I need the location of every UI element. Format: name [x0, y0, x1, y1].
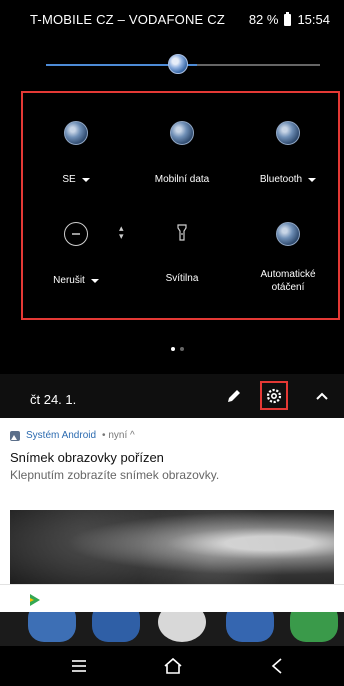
app-icon [158, 612, 206, 642]
battery-percentage: 82 % [248, 12, 279, 27]
auto-rotate-icon [276, 222, 300, 246]
menu-icon [72, 660, 86, 672]
app-icon [28, 612, 76, 642]
settings-button[interactable] [260, 381, 288, 410]
tile-flashlight-text: Svítilna [165, 273, 199, 284]
bluetooth-icon [276, 121, 300, 145]
page-indicator [171, 347, 184, 351]
tile-bluetooth-label: Bluetooth [259, 173, 317, 186]
status-bar: T-MOBILE CZ – VODAFONE CZ 82 % 15:54 [0, 0, 344, 36]
flashlight-icon [171, 222, 193, 244]
home-button[interactable] [158, 654, 188, 678]
tile-do-not-disturb-label: Nerušit [53, 274, 99, 287]
do-not-disturb-glyph [72, 233, 80, 235]
clock: 15:54 [297, 12, 330, 27]
page-dot [180, 347, 184, 351]
notification-card[interactable]: Systém Android • nyní ^ Snímek obrazovky… [0, 418, 344, 584]
wifi-icon [64, 121, 88, 145]
date-label: čt 24. 1. [30, 392, 77, 407]
tile-bluetooth[interactable]: Bluetooth [235, 121, 341, 231]
battery-icon [284, 11, 292, 26]
notification-time[interactable]: • nyní ^ [102, 430, 135, 441]
notification-app-name: Systém Android [26, 430, 97, 441]
home-dock-background [0, 612, 344, 646]
notification-title: Snímek obrazovky pořízen [10, 450, 164, 465]
app-icon [290, 612, 338, 642]
signal-arrows-icon: ▴ ▾ [119, 223, 124, 241]
notification-text: Klepnutím zobrazíte snímek obrazovky. [10, 468, 220, 482]
chevron-up-icon [316, 392, 328, 400]
flashlight-glyph [177, 224, 187, 241]
notification-header: Systém Android • nyní ^ [10, 430, 135, 441]
tile-auto-rotate-text: Automatické otáčení [260, 269, 316, 293]
tile-mobile-data-text: Mobilní data [154, 174, 210, 185]
tile-wifi-text: SE [62, 174, 76, 185]
chevron-down-icon[interactable] [90, 279, 99, 283]
back-icon [271, 658, 282, 674]
page-dot-active [171, 347, 175, 351]
tile-auto-rotate[interactable]: Automatické otáčení [235, 222, 341, 332]
pencil-icon [228, 390, 240, 402]
do-not-disturb-icon [64, 222, 88, 246]
recents-button[interactable] [64, 654, 94, 678]
edit-button[interactable] [222, 384, 246, 408]
tile-mobile-data-label: Mobilní data [155, 173, 209, 186]
home-icon [164, 657, 182, 674]
tile-flashlight[interactable]: Svítilna [129, 222, 235, 332]
quick-settings-panel: SE Mobilní data Bluetooth Nerušit Svítil… [21, 91, 340, 320]
tile-auto-rotate-label: Automatické otáčení [248, 268, 328, 294]
status-indicators: 82 % 15:54 [248, 11, 330, 27]
screenshot-preview[interactable] [10, 510, 334, 584]
play-store-icon [30, 594, 40, 606]
quick-settings-footer: čt 24. 1. [0, 374, 344, 418]
tile-wifi[interactable]: SE [23, 121, 129, 231]
tile-flashlight-label: Svítilna [166, 272, 199, 285]
app-icon [92, 612, 140, 642]
chevron-down-icon[interactable] [308, 178, 317, 182]
brightness-thumb[interactable] [168, 54, 188, 74]
navigation-bar [0, 646, 344, 686]
tile-do-not-disturb-text: Nerušit [53, 275, 85, 286]
tile-mobile-data[interactable]: Mobilní data [129, 121, 235, 231]
tile-bluetooth-text: Bluetooth [259, 174, 303, 185]
gear-icon [266, 388, 282, 403]
app-icon [226, 612, 274, 642]
carrier-label: T-MOBILE CZ – VODAFONE CZ [30, 12, 225, 27]
tile-do-not-disturb[interactable]: Nerušit [23, 222, 129, 332]
back-button[interactable] [262, 654, 292, 678]
play-store-notification[interactable] [0, 584, 344, 613]
tile-wifi-label: SE [62, 173, 90, 186]
mobile-data-icon [170, 121, 194, 145]
collapse-button[interactable] [310, 384, 334, 408]
chevron-down-icon[interactable] [81, 178, 90, 182]
image-icon [10, 430, 20, 441]
